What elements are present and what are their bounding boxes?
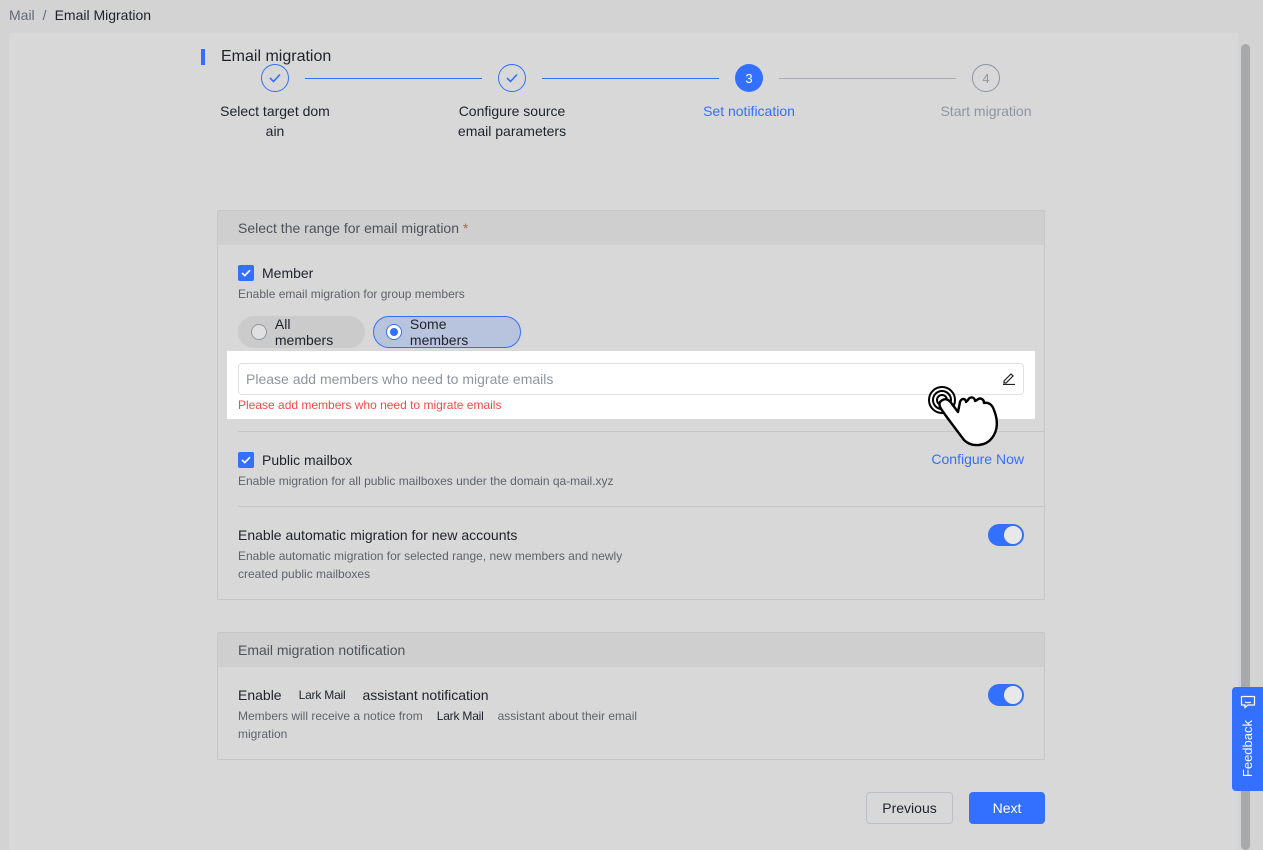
breadcrumb-current: Email Migration [54, 7, 152, 23]
breadcrumb-mail[interactable]: Mail [9, 7, 35, 23]
public-mailbox-label: Public mailbox [262, 452, 353, 468]
range-header-text: Select the range for email migration [238, 220, 459, 236]
notification-card: Email migration notification Enable Lark… [217, 632, 1045, 760]
members-input[interactable]: Please add members who need to migrate e… [238, 363, 1024, 395]
step-2-label: Configure source email parameters [457, 103, 567, 139]
members-error: Please add members who need to migrate e… [238, 398, 502, 412]
previous-button[interactable]: Previous [866, 792, 953, 824]
notification-title-before: Enable [238, 687, 282, 703]
step-1: Select target dom ain [205, 64, 345, 141]
next-button[interactable]: Next [969, 792, 1045, 824]
step-3-label: Set notification [703, 103, 795, 119]
lark-mail-brand: Lark Mail [298, 688, 346, 702]
step-1-label: Select target dom ain [220, 103, 330, 139]
members-input-placeholder: Please add members who need to migrate e… [246, 371, 554, 387]
notification-toggle[interactable] [988, 684, 1024, 706]
member-checkbox[interactable] [238, 265, 254, 281]
notification-title-after: assistant notification [362, 687, 489, 703]
member-label: Member [262, 265, 314, 281]
public-mailbox-checkbox[interactable] [238, 452, 254, 468]
auto-migration-desc: Enable automatic migration for selected … [238, 549, 623, 581]
step-4-label: Start migration [940, 103, 1032, 119]
notification-card-header: Email migration notification [218, 633, 1044, 667]
public-mailbox-row: Public mailbox [238, 452, 352, 468]
radio-some-members-label: Some members [409, 316, 469, 348]
notification-desc: Members will receive a notice from Lark M… [238, 707, 658, 743]
radio-some-members[interactable]: Some members [373, 316, 521, 348]
member-row: Member [238, 265, 313, 281]
radio-selected-icon [386, 324, 402, 340]
range-card-header: Select the range for email migration * [218, 211, 1044, 245]
radio-all-members-label: All members [274, 316, 334, 348]
title-accent-bar [201, 49, 205, 65]
member-input-area: Please add members who need to migrate e… [227, 351, 1035, 419]
breadcrumb: Mail / Email Migration [9, 7, 151, 23]
divider [238, 506, 1044, 507]
notification-title: Enable Lark Mail assistant notification [238, 687, 489, 703]
public-mailbox-desc: Enable migration for all public mailboxe… [238, 474, 614, 488]
divider [238, 431, 1044, 432]
feedback-tab[interactable]: Feedback [1232, 687, 1263, 791]
step-3: 3 Set notification [679, 64, 819, 121]
auto-migration-toggle[interactable] [988, 524, 1024, 546]
step-4-number: 4 [972, 64, 1000, 92]
check-icon [498, 64, 526, 92]
lark-mail-brand: Lark Mail [436, 709, 484, 723]
hand-cursor-icon [928, 386, 998, 447]
radio-circle-icon [251, 324, 267, 340]
feedback-label: Feedback [1240, 720, 1255, 778]
required-mark: * [462, 220, 469, 236]
feedback-icon [1240, 695, 1256, 714]
stepper: Select target dom ain Configure source e… [200, 64, 1050, 144]
member-desc: Enable email migration for group members [238, 287, 465, 301]
configure-now-link[interactable]: Configure Now [931, 451, 1024, 467]
step-2: Configure source email parameters [442, 64, 582, 141]
step-4: 4 Start migration [916, 64, 1056, 121]
step-3-number: 3 [735, 64, 763, 92]
auto-migration-title: Enable automatic migration for new accou… [238, 527, 518, 543]
notification-desc-before: Members will receive a notice from [238, 709, 423, 723]
radio-all-members[interactable]: All members [238, 316, 365, 348]
breadcrumb-separator: / [42, 7, 47, 23]
check-icon [261, 64, 289, 92]
